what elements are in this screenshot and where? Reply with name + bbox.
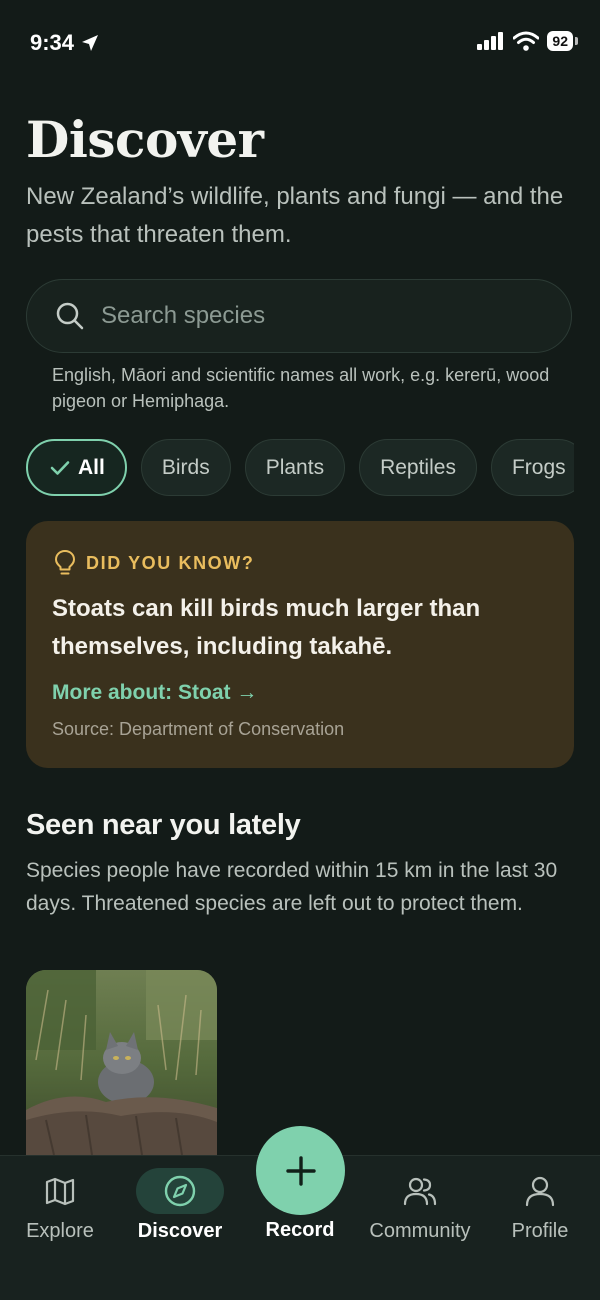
lightbulb-icon: [55, 550, 75, 575]
filter-chip-label: Birds: [161, 455, 210, 479]
status-bar: 9:34 92: [0, 0, 600, 88]
section-description: Species people have recorded within 15 k…: [26, 859, 558, 915]
nav-label: Community: [369, 1220, 471, 1242]
record-button[interactable]: [256, 1126, 345, 1215]
fact-text: Stoats can kill birds much larger than t…: [52, 595, 481, 660]
location-arrow-icon: [82, 35, 99, 51]
species-photo-card[interactable]: [26, 970, 217, 1155]
filter-chip-frogs[interactable]: Frogs: [490, 439, 574, 496]
section-title: Seen near you lately: [26, 809, 301, 841]
filter-chip-label: All: [78, 455, 105, 479]
cat-photo: [26, 970, 217, 1155]
plus-icon: [285, 1155, 316, 1186]
page-title: Discover: [26, 110, 264, 169]
wifi-icon: [513, 31, 540, 51]
people-icon: [403, 1177, 437, 1206]
search-icon: [56, 302, 84, 330]
status-indicators: 92: [477, 31, 578, 51]
fact-source: Source: Department of Conservation: [52, 719, 345, 739]
status-time-group: 9:34: [30, 30, 100, 56]
person-icon: [525, 1176, 555, 1207]
filter-chip-plants[interactable]: Plants: [244, 439, 346, 496]
filter-chip-label: Plants: [265, 455, 325, 479]
nav-label: Explore: [26, 1220, 94, 1242]
status-time: 9:34: [30, 30, 75, 55]
compass-icon: [164, 1175, 196, 1207]
battery-level: 92: [547, 31, 573, 51]
signal-icon: [477, 32, 504, 50]
search-input[interactable]: [99, 301, 543, 331]
filter-chip-all[interactable]: All: [26, 439, 127, 496]
map-icon: [45, 1177, 75, 1206]
search-box[interactable]: [26, 279, 572, 353]
record-label[interactable]: Record: [240, 1219, 360, 1242]
filter-chip-label: Reptiles: [380, 455, 456, 479]
check-icon: [50, 460, 70, 475]
more-about-link[interactable]: More about: Stoat →: [52, 681, 257, 705]
filter-chip-reptiles[interactable]: Reptiles: [359, 439, 477, 496]
page-subtitle: New Zealand’s wildlife, plants and fungi…: [26, 183, 564, 248]
nav-label: Profile: [511, 1220, 569, 1242]
fact-heading-row: DID YOU KNOW?: [54, 549, 254, 577]
filter-chip-label: Frogs: [511, 455, 566, 479]
nav-label: Discover: [137, 1220, 223, 1242]
search-hint: English, Māori and scientific names all …: [52, 365, 550, 411]
filter-chip-birds[interactable]: Birds: [140, 439, 231, 496]
filter-chip-row[interactable]: All Birds Plants Reptiles Frogs: [26, 439, 574, 496]
battery-icon: [575, 37, 578, 45]
fact-heading: DID YOU KNOW?: [86, 552, 255, 573]
